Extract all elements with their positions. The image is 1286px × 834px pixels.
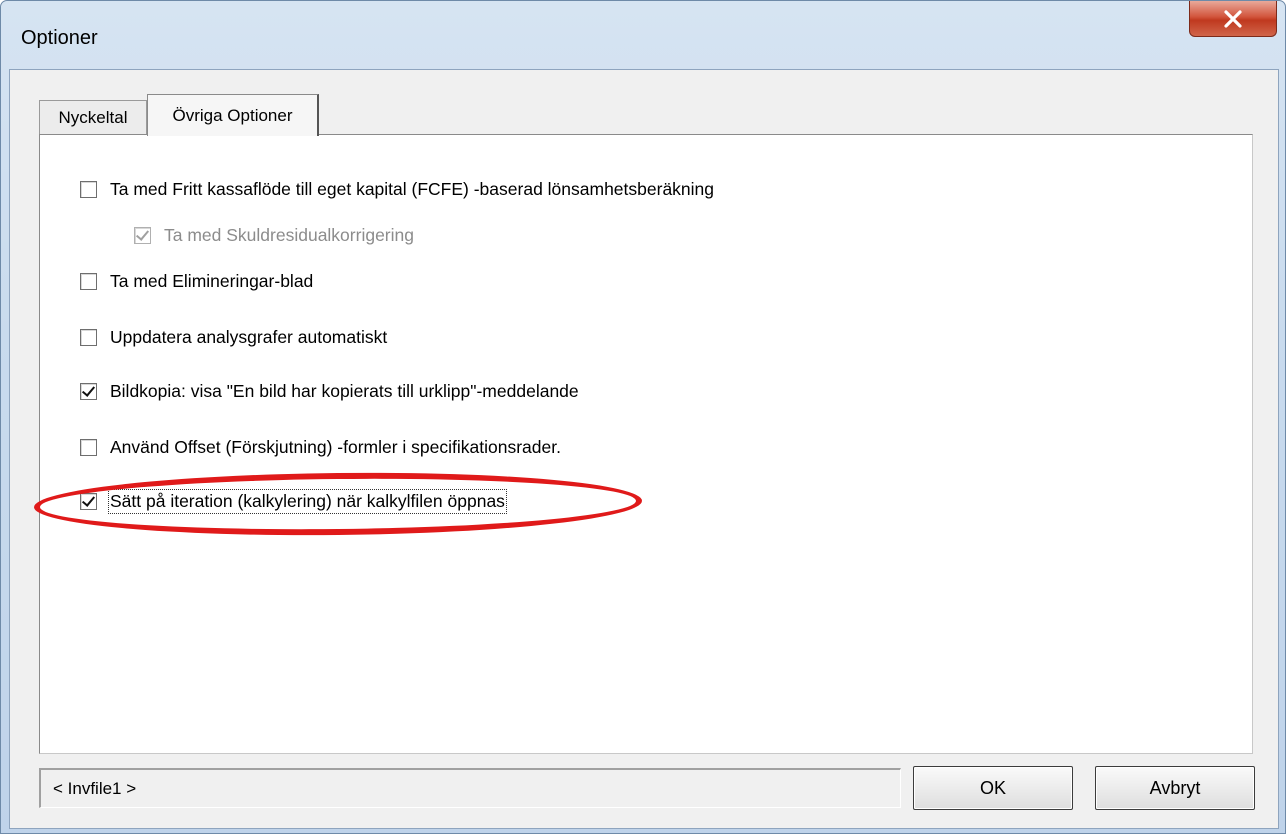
window-title: Optioner (21, 27, 98, 49)
option-analysgrafer[interactable]: Uppdatera analysgrafer automatiskt (80, 327, 387, 348)
status-text: < Invfile1 > (53, 778, 137, 798)
option-iteration[interactable]: Sätt på iteration (kalkylering) när kalk… (80, 489, 507, 514)
cancel-button[interactable]: Avbryt (1095, 766, 1255, 810)
iteration-checkbox[interactable] (80, 493, 97, 510)
tab-label: Övriga Optioner (172, 105, 293, 125)
status-field: < Invfile1 > (39, 768, 901, 808)
option-offset[interactable]: Använd Offset (Förskjutning) -formler i … (80, 437, 561, 458)
option-label: Ta med Skuldresidualkorrigering (164, 225, 414, 245)
cancel-label: Avbryt (1149, 777, 1201, 798)
offset-checkbox[interactable] (80, 439, 97, 456)
option-label: Bildkopia: visa "En bild har kopierats t… (110, 381, 579, 401)
skuldresidual-checkbox (134, 227, 151, 244)
option-label: Ta med Fritt kassaflöde till eget kapita… (110, 179, 715, 199)
close-icon (1224, 9, 1242, 28)
option-fcfe[interactable]: Ta med Fritt kassaflöde till eget kapita… (80, 179, 714, 200)
analysgrafer-checkbox[interactable] (80, 329, 97, 346)
option-skuldresidual: Ta med Skuldresidualkorrigering (134, 225, 414, 246)
option-bildkopia[interactable]: Bildkopia: visa "En bild har kopierats t… (80, 381, 579, 402)
title-bar[interactable]: Optioner (1, 1, 1285, 69)
option-label: Sätt på iteration (kalkylering) när kalk… (108, 489, 507, 514)
ok-label: OK (979, 777, 1006, 798)
tab-label: Nyckeltal (58, 107, 128, 127)
elimineringar-checkbox[interactable] (80, 273, 97, 290)
option-label: Ta med Elimineringar-blad (110, 271, 314, 291)
option-label: Använd Offset (Förskjutning) -formler i … (110, 437, 561, 457)
option-elimineringar[interactable]: Ta med Elimineringar-blad (80, 271, 313, 292)
options-dialog: Optioner Nyckeltal Övriga Optioner Ta me… (0, 0, 1286, 834)
close-button[interactable] (1189, 1, 1277, 37)
fcfe-checkbox[interactable] (80, 181, 97, 198)
tab-nyckeltal[interactable]: Nyckeltal (39, 100, 147, 134)
dialog-body: Nyckeltal Övriga Optioner Ta med Fritt k… (9, 69, 1279, 829)
option-label: Uppdatera analysgrafer automatiskt (110, 327, 388, 347)
tab-ovriga-optioner[interactable]: Övriga Optioner (147, 94, 319, 136)
tab-panel-ovriga-optioner: Ta med Fritt kassaflöde till eget kapita… (39, 134, 1253, 754)
bildkopia-checkbox[interactable] (80, 383, 97, 400)
ok-button[interactable]: OK (913, 766, 1073, 810)
